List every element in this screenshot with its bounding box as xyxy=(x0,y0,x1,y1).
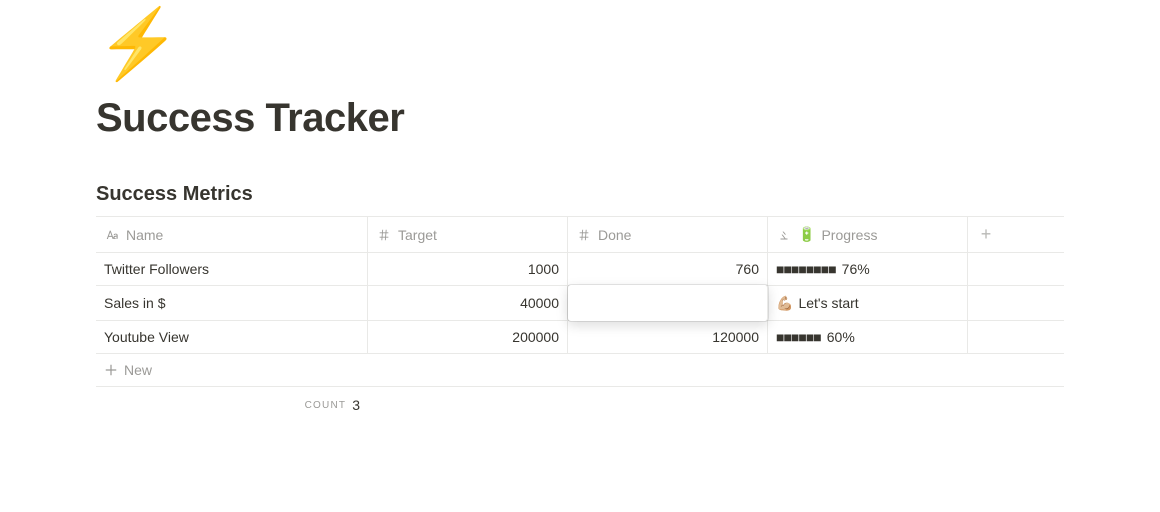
formula-type-icon xyxy=(776,227,792,243)
cell-progress[interactable]: ■■■■■■ 60% xyxy=(768,321,968,353)
cell-done[interactable]: 120000 xyxy=(568,321,768,353)
column-header-name-label: Name xyxy=(126,227,163,243)
plus-icon xyxy=(104,363,118,377)
page-icon[interactable]: ⚡ xyxy=(96,10,1064,78)
progress-text: 76% xyxy=(842,261,870,277)
new-row-label: New xyxy=(124,362,152,378)
cell-name[interactable]: Sales in $ xyxy=(96,286,368,320)
progress-text: Let's start xyxy=(798,295,858,311)
column-header-progress-label: Progress xyxy=(821,227,877,243)
cell-target[interactable]: 1000 xyxy=(368,253,568,285)
cell-empty xyxy=(968,253,1004,285)
new-row-button[interactable]: New xyxy=(96,354,1064,387)
progress-bar: ■■■■■■■■ xyxy=(776,261,836,277)
cell-name[interactable]: Youtube View xyxy=(96,321,368,353)
table-header-row: Name Target Done 🔋 Progress xyxy=(96,217,1064,253)
column-header-done[interactable]: Done xyxy=(568,217,768,252)
column-header-name[interactable]: Name xyxy=(96,217,368,252)
cell-empty xyxy=(968,321,1004,353)
text-type-icon xyxy=(104,227,120,243)
number-type-icon xyxy=(576,227,592,243)
table-row: Sales in $ 40000 💪🏼 Let's start xyxy=(96,286,1064,321)
cell-target[interactable]: 40000 xyxy=(368,286,568,320)
flex-arm-icon: 💪🏼 xyxy=(776,295,792,312)
table-row: Twitter Followers 1000 760 ■■■■■■■■ 76% xyxy=(96,253,1064,286)
battery-icon: 🔋 xyxy=(798,226,815,243)
count-value: 3 xyxy=(352,397,360,413)
cell-target[interactable]: 200000 xyxy=(368,321,568,353)
column-header-target-label: Target xyxy=(398,227,437,243)
table-row: Youtube View 200000 120000 ■■■■■■ 60% xyxy=(96,321,1064,354)
add-column-button[interactable]: + xyxy=(968,217,1004,252)
plus-icon: + xyxy=(981,224,992,245)
cell-done[interactable]: 760 xyxy=(568,253,768,285)
number-type-icon xyxy=(376,227,392,243)
cell-done-editing[interactable] xyxy=(568,285,768,321)
column-header-progress[interactable]: 🔋 Progress xyxy=(768,217,968,252)
count-label: COUNT xyxy=(305,400,347,411)
metrics-table: Name Target Done 🔋 Progress xyxy=(96,216,1064,423)
cell-name[interactable]: Twitter Followers xyxy=(96,253,368,285)
count-aggregate[interactable]: COUNT 3 xyxy=(96,393,368,417)
cell-empty xyxy=(968,286,1004,320)
page-title[interactable]: Success Tracker xyxy=(96,96,1064,141)
column-header-done-label: Done xyxy=(598,227,631,243)
cell-progress[interactable]: ■■■■■■■■ 76% xyxy=(768,253,968,285)
table-footer: COUNT 3 xyxy=(96,387,1064,423)
cell-progress[interactable]: 💪🏼 Let's start xyxy=(768,286,968,320)
progress-text: 60% xyxy=(827,329,855,345)
column-header-target[interactable]: Target xyxy=(368,217,568,252)
progress-bar: ■■■■■■ xyxy=(776,329,821,345)
database-title[interactable]: Success Metrics xyxy=(96,183,1064,206)
